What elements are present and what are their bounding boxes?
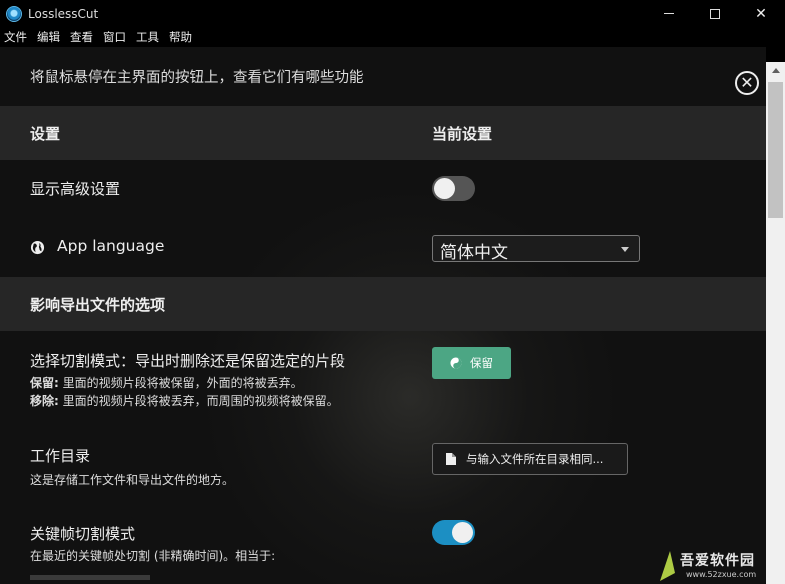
settings-table-header: 设置 当前设置 <box>0 106 766 160</box>
watermark-url: www.52zxue.com <box>686 570 757 579</box>
window-title: LosslessCut <box>28 6 99 21</box>
menu-window[interactable]: 窗口 <box>98 27 131 47</box>
language-label: App language <box>57 237 165 255</box>
working-directory-desc: 这是存储工作文件和导出文件的地方。 <box>30 473 235 487</box>
column-header-settings: 设置 <box>30 125 61 143</box>
arrow-up-icon <box>771 68 780 73</box>
keyframe-cut-toggle[interactable] <box>432 520 475 545</box>
working-directory-label: 工作目录 <box>30 447 91 465</box>
menu-tools[interactable]: 工具 <box>131 27 164 47</box>
maximize-icon <box>710 8 720 19</box>
cut-mode-label: 选择切割模式：导出时删除还是保留选定的片段 <box>30 352 346 370</box>
column-header-current: 当前设置 <box>432 125 493 143</box>
export-options-header: 影响导出文件的选项 <box>0 277 766 331</box>
minimize-button[interactable] <box>646 0 692 27</box>
keep-button-label: 保留 <box>470 356 493 370</box>
minimize-icon <box>664 13 674 14</box>
toggle-knob <box>434 178 455 199</box>
cut-mode-remove-desc: 移除: 里面的视频片段将被丢弃，而周围的视频将被保留。 <box>30 394 339 408</box>
app-logo-icon <box>6 5 22 22</box>
hint-text: 将鼠标悬停在主界面的按钮上，查看它们有哪些功能 <box>30 70 364 86</box>
menu-help[interactable]: 帮助 <box>164 27 197 47</box>
close-icon: ✕ <box>740 73 754 92</box>
file-icon <box>446 453 456 465</box>
scrollbar-top-gap <box>766 47 785 62</box>
keyframe-cut-desc: 在最近的关键帧处切割 (非精确时间)。相当于: <box>30 549 276 563</box>
working-directory-button[interactable]: 与输入文件所在目录相同... <box>432 443 628 475</box>
advanced-settings-label: 显示高级设置 <box>30 180 121 198</box>
menu-file[interactable]: 文件 <box>0 27 32 47</box>
toggle-knob <box>452 522 473 543</box>
watermark-text: 吾爱软件园 <box>680 553 755 569</box>
settings-panel: 将鼠标悬停在主界面的按钮上，查看它们有哪些功能 ✕ 设置 当前设置 显示高级设置… <box>0 47 766 584</box>
menu-view[interactable]: 查看 <box>65 27 98 47</box>
export-options-title: 影响导出文件的选项 <box>30 296 166 314</box>
truncated-text-line <box>30 575 150 580</box>
menu-bar: 文件 编辑 查看 窗口 工具 帮助 <box>0 27 785 47</box>
globe-icon <box>30 240 45 255</box>
keyframe-cut-label: 关键帧切割模式 <box>30 525 136 543</box>
maximize-button[interactable] <box>692 0 738 27</box>
advanced-settings-toggle[interactable] <box>432 176 475 201</box>
scrollbar-thumb[interactable] <box>768 82 783 218</box>
menu-edit[interactable]: 编辑 <box>32 27 65 47</box>
scroll-up-button[interactable] <box>766 62 785 79</box>
yin-yang-icon <box>450 357 462 369</box>
cut-mode-keep-button[interactable]: 保留 <box>432 347 511 379</box>
cut-mode-keep-desc: 保留: 里面的视频片段将被保留，外面的将被丢弃。 <box>30 376 303 390</box>
close-icon: ✕ <box>755 5 767 22</box>
vertical-scrollbar[interactable] <box>766 62 785 584</box>
close-window-button[interactable]: ✕ <box>738 0 784 27</box>
chevron-down-icon <box>621 247 629 252</box>
language-select[interactable]: 简体中文 <box>432 235 640 263</box>
close-settings-button[interactable]: ✕ <box>735 71 759 95</box>
working-directory-button-label: 与输入文件所在目录相同... <box>466 452 604 466</box>
language-selected-value: 简体中文 <box>440 243 508 263</box>
